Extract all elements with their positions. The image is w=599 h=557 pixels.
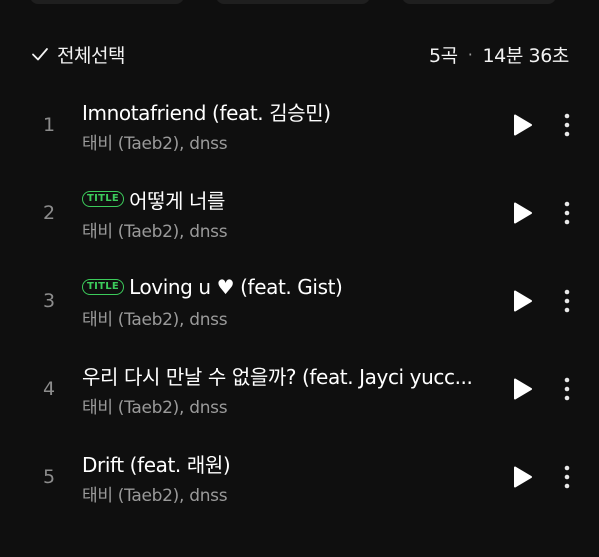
title-track-badge: TITLE: [82, 191, 125, 207]
more-options-button[interactable]: [555, 288, 579, 314]
track-number: 4: [43, 378, 56, 400]
check-icon: [30, 44, 50, 64]
track-info: Drift (feat. 래원) 태비 (Taeb2), dnss: [82, 449, 492, 507]
top-action-button-2[interactable]: [216, 0, 370, 4]
track-row[interactable]: 4 우리 다시 만날 수 없을까? (feat. Jayci yucc... 태…: [0, 347, 599, 435]
track-artist[interactable]: 태비 (Taeb2), dnss: [82, 393, 492, 418]
title-track-badge: TITLE: [82, 279, 125, 295]
track-list: 1 Imnotafriend (feat. 김승민) 태비 (Taeb2), d…: [0, 83, 599, 523]
track-title-line: Drift (feat. 래원): [82, 449, 492, 477]
track-info: 우리 다시 만날 수 없을까? (feat. Jayci yucc... 태비 …: [82, 361, 492, 419]
track-info: TITLE 어떻게 너를 태비 (Taeb2), dnss: [82, 185, 492, 242]
total-duration: 14분 36초: [482, 44, 569, 67]
track-title: 어떻게 너를: [129, 188, 226, 213]
top-action-buttons: [30, 0, 570, 4]
top-action-button-3[interactable]: [402, 0, 556, 4]
select-all-label: 전체선택: [57, 44, 125, 67]
track-count: 5곡: [428, 44, 458, 67]
play-button[interactable]: [509, 112, 535, 138]
track-number: 5: [43, 466, 56, 488]
play-icon: [514, 114, 532, 136]
play-button[interactable]: [509, 464, 535, 490]
track-artist[interactable]: 태비 (Taeb2), dnss: [82, 481, 492, 506]
more-vertical-icon: [564, 377, 570, 401]
play-icon: [514, 378, 532, 400]
select-all-button[interactable]: 전체선택: [30, 39, 125, 69]
track-row[interactable]: 3 TITLE Loving u ♥ (feat. Gist) 태비 (Taeb…: [0, 259, 599, 347]
track-title-line: 우리 다시 만날 수 없을까? (feat. Jayci yucc...: [82, 361, 492, 389]
more-options-button[interactable]: [555, 464, 579, 490]
track-artist[interactable]: 태비 (Taeb2), dnss: [82, 217, 492, 242]
play-icon: [514, 202, 532, 224]
play-button[interactable]: [509, 200, 535, 226]
tracklist-header: 전체선택 5곡 · 14분 36초: [0, 34, 599, 74]
album-tracklist-screen: 전체선택 5곡 · 14분 36초 1 Imnotafriend (feat. …: [0, 0, 599, 557]
top-action-button-1[interactable]: [30, 0, 184, 4]
more-vertical-icon: [564, 289, 570, 313]
track-number: 1: [43, 114, 56, 136]
track-artist[interactable]: 태비 (Taeb2), dnss: [82, 129, 492, 154]
more-options-button[interactable]: [555, 200, 579, 226]
play-button[interactable]: [509, 288, 535, 314]
more-vertical-icon: [564, 201, 570, 225]
track-row[interactable]: 1 Imnotafriend (feat. 김승민) 태비 (Taeb2), d…: [0, 83, 599, 171]
track-info: TITLE Loving u ♥ (feat. Gist) 태비 (Taeb2)…: [82, 273, 492, 330]
album-summary: 5곡 · 14분 36초: [429, 41, 569, 67]
track-title: 우리 다시 만날 수 없을까? (feat. Jayci yucc...: [82, 364, 473, 389]
track-row[interactable]: 5 Drift (feat. 래원) 태비 (Taeb2), dnss: [0, 435, 599, 523]
more-vertical-icon: [564, 465, 570, 489]
track-artist[interactable]: 태비 (Taeb2), dnss: [82, 305, 492, 330]
track-info: Imnotafriend (feat. 김승민) 태비 (Taeb2), dns…: [82, 97, 492, 155]
track-title: Imnotafriend (feat. 김승민): [82, 100, 331, 125]
more-vertical-icon: [564, 113, 570, 137]
track-title-line: TITLE Loving u ♥ (feat. Gist): [82, 273, 492, 301]
play-icon: [514, 290, 532, 312]
track-row[interactable]: 2 TITLE 어떻게 너를 태비 (Taeb2), dnss: [0, 171, 599, 259]
track-title: Loving u ♥ (feat. Gist): [129, 275, 343, 299]
track-title-line: Imnotafriend (feat. 김승민): [82, 97, 492, 125]
more-options-button[interactable]: [555, 112, 579, 138]
track-title-line: TITLE 어떻게 너를: [82, 185, 492, 213]
summary-separator: ·: [467, 44, 473, 64]
track-number: 3: [43, 290, 56, 312]
track-number: 2: [43, 202, 56, 224]
play-icon: [514, 466, 532, 488]
more-options-button[interactable]: [555, 376, 579, 402]
track-title: Drift (feat. 래원): [82, 452, 231, 477]
play-button[interactable]: [509, 376, 535, 402]
